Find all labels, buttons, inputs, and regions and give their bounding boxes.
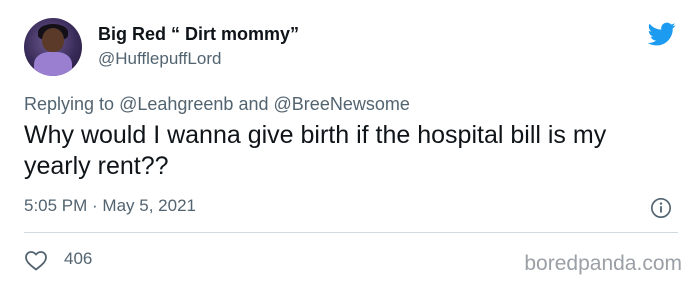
author-handle[interactable]: @HufflepuffLord xyxy=(98,49,221,69)
reply-conjunction: and xyxy=(238,94,269,114)
twitter-bird-icon[interactable] xyxy=(646,20,678,48)
mention-breenewsome[interactable]: @BreeNewsome xyxy=(274,94,410,114)
tweet-timestamp[interactable]: 5:05 PM · May 5, 2021 xyxy=(24,196,196,216)
like-count: 406 xyxy=(64,249,93,268)
reply-context: Replying to @Leahgreenb and @BreeNewsome xyxy=(24,94,410,115)
avatar-body xyxy=(34,52,72,76)
watermark: boredpanda.com xyxy=(524,252,682,275)
heart-icon[interactable] xyxy=(24,249,48,271)
reply-prefix: Replying to xyxy=(24,94,115,114)
mention-leahgreenb[interactable]: @Leahgreenb xyxy=(119,94,233,114)
avatar[interactable] xyxy=(24,18,82,76)
tweet-text: Why would I wanna give birth if the hosp… xyxy=(24,121,607,180)
info-icon[interactable] xyxy=(650,197,672,219)
avatar-head xyxy=(42,28,64,52)
author-display-name[interactable]: Big Red “ Dirt mommy” xyxy=(98,24,299,45)
divider xyxy=(24,232,678,233)
